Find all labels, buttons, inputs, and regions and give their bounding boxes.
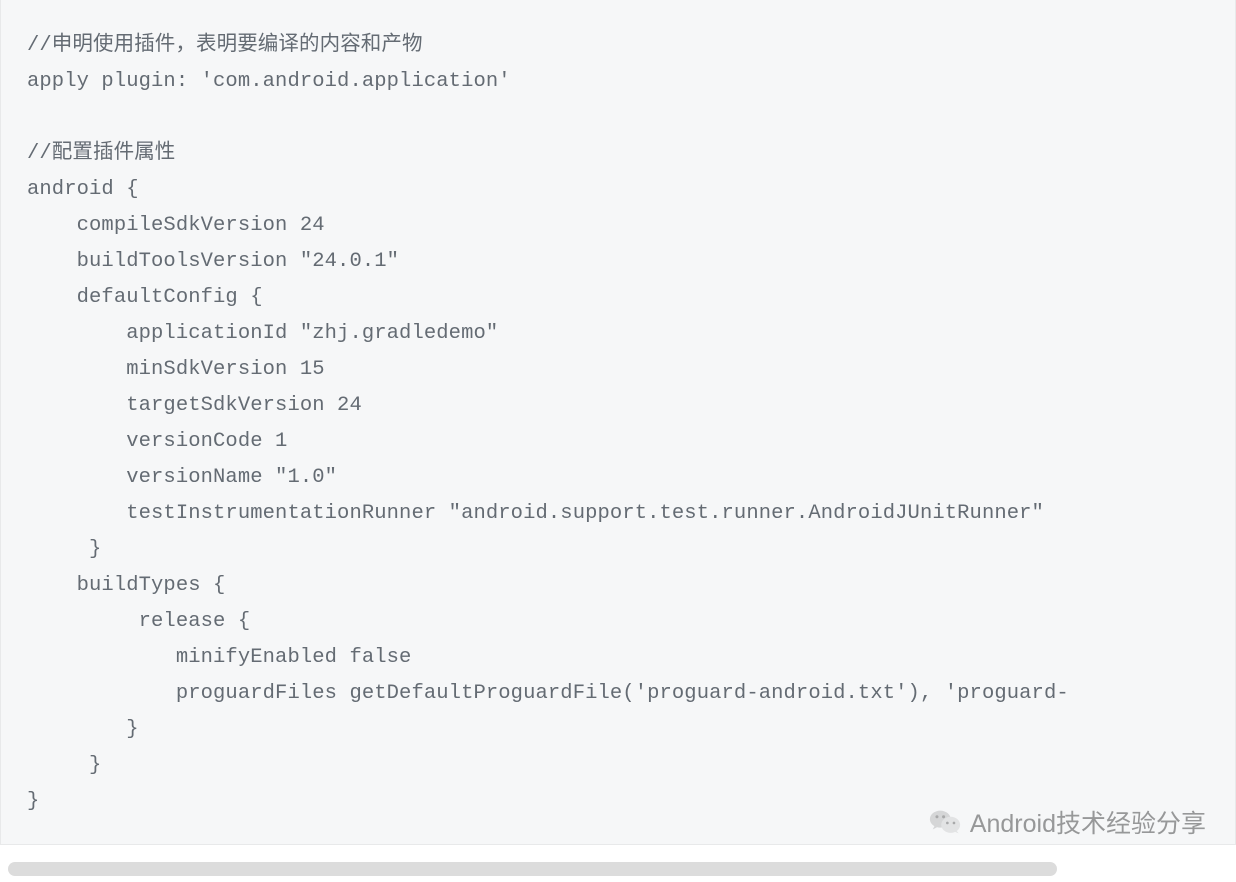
- code-block-container: //申明使用插件，表明要编译的内容和产物 apply plugin: 'com.…: [0, 0, 1236, 845]
- watermark-text: Android技术经验分享: [970, 804, 1206, 840]
- wechat-icon: [928, 805, 962, 839]
- code-content[interactable]: //申明使用插件，表明要编译的内容和产物 apply plugin: 'com.…: [1, 0, 1235, 845]
- horizontal-scrollbar-thumb[interactable]: [8, 862, 1057, 876]
- watermark: Android技术经验分享: [928, 804, 1206, 840]
- horizontal-scrollbar-track[interactable]: [8, 862, 1228, 876]
